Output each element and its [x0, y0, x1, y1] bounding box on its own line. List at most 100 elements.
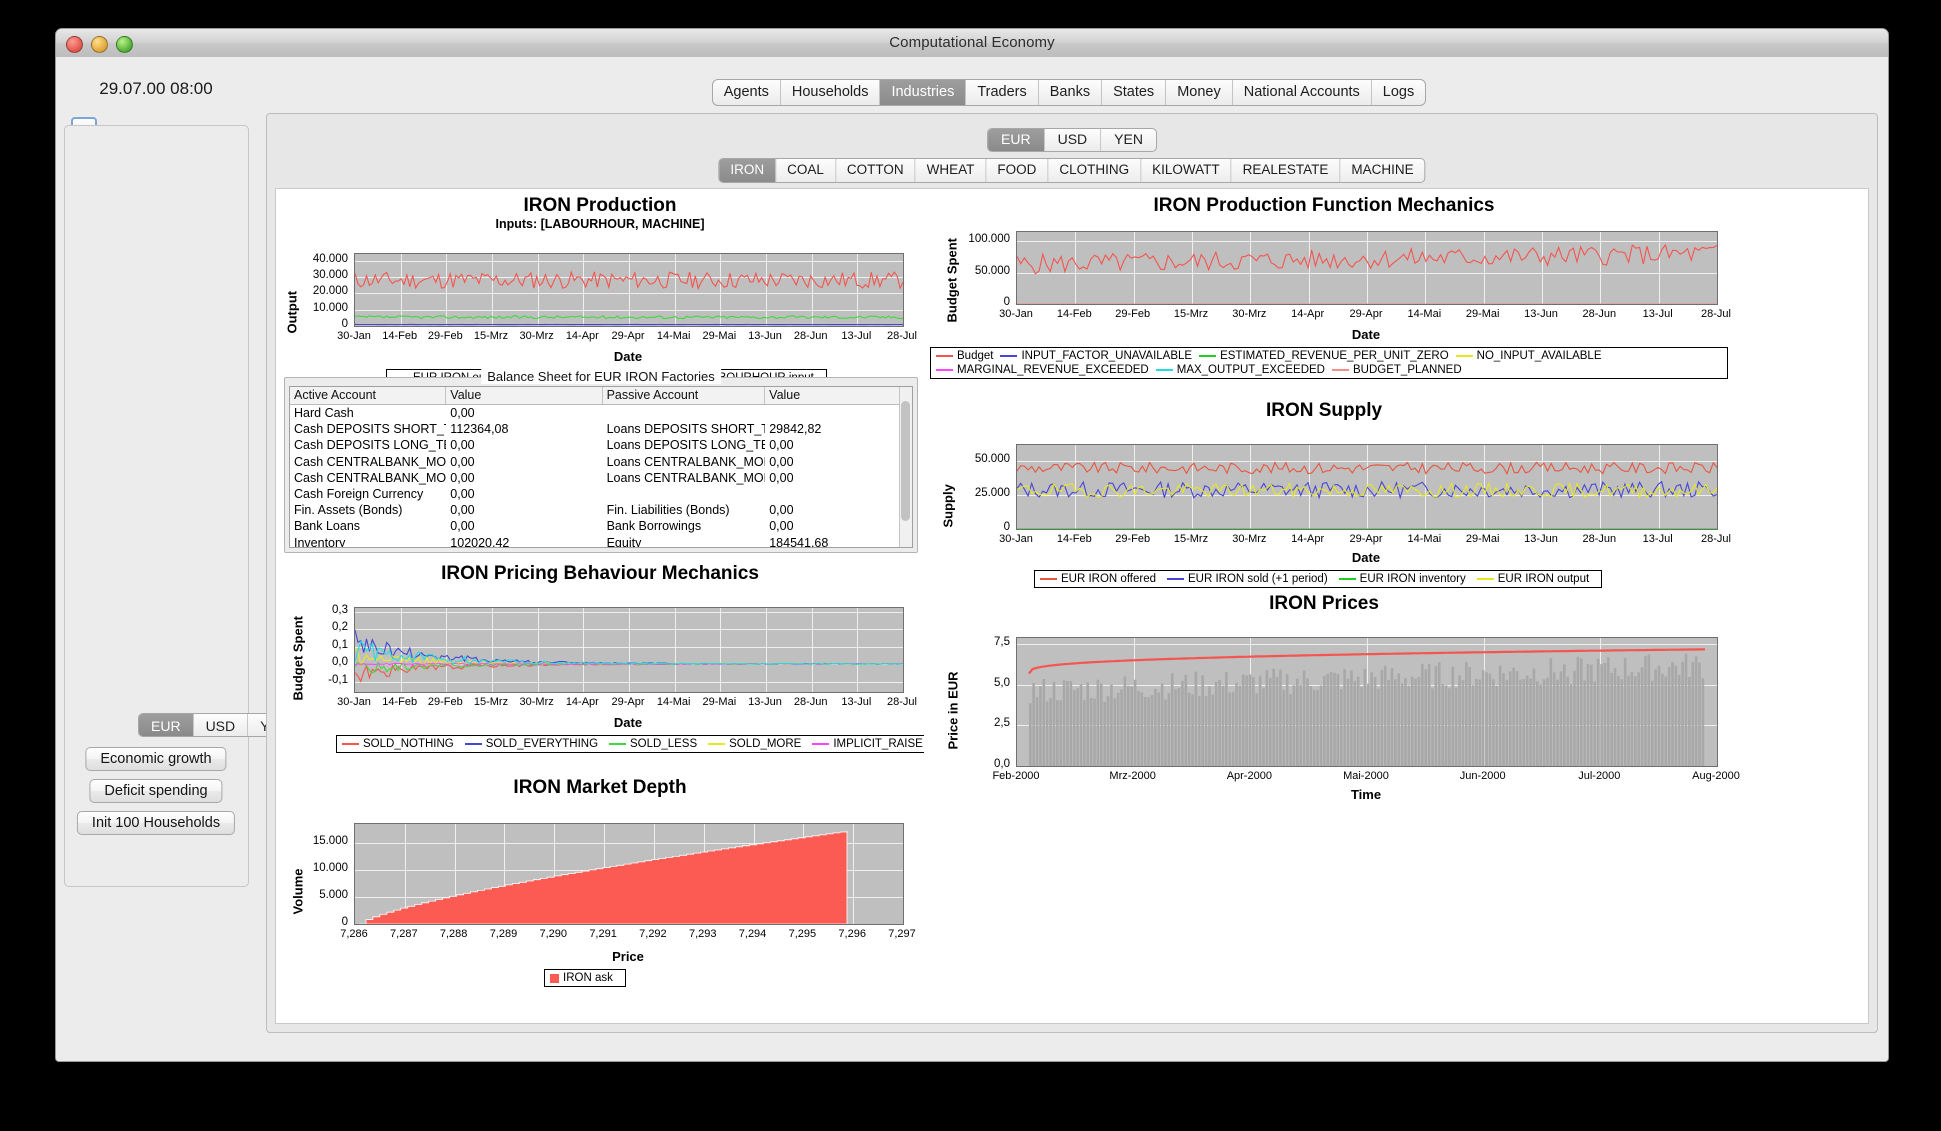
legend-label: EUR IRON offered [1061, 573, 1156, 585]
plot-canvas [1016, 637, 1718, 767]
legend-swatch [465, 743, 482, 745]
tab-money[interactable]: Money [1166, 80, 1233, 105]
scrollbar-thumb[interactable] [901, 401, 910, 521]
chart-subtitle: Inputs: [LABOURHOUR, MACHINE] [276, 217, 924, 231]
table-row[interactable]: Cash DEPOSITS LONG_TERM0,00Loans DEPOSIT… [290, 437, 912, 453]
y-tick-label: 20.000 [278, 285, 348, 297]
industry-tab-clothing[interactable]: CLOTHING [1048, 159, 1141, 182]
legend-label: EUR IRON output [1498, 573, 1589, 585]
main-tabs[interactable]: AgentsHouseholdsIndustriesTradersBanksSt… [712, 79, 1427, 106]
currency-tab-usd[interactable]: USD [1045, 129, 1102, 151]
tab-banks[interactable]: Banks [1039, 80, 1102, 105]
legend-item: EUR IRON output [1477, 573, 1589, 585]
x-tick-label: Feb-2000 [978, 770, 1054, 782]
industry-tab-wheat[interactable]: WHEAT [916, 159, 987, 182]
y-tick-label: 5,0 [940, 677, 1010, 689]
table-row[interactable]: Bank Loans0,00Bank Borrowings0,00 [290, 518, 912, 534]
legend-label: Budget [957, 350, 993, 362]
tab-states[interactable]: States [1102, 80, 1166, 105]
gridline [1017, 529, 1717, 530]
chart-legend: EUR IRON offered EUR IRON sold (+1 period… [1034, 570, 1602, 588]
tab-logs[interactable]: Logs [1372, 80, 1425, 105]
chart-title: IRON Pricing Behaviour Mechanics [276, 557, 924, 585]
table-row[interactable]: Cash CENTRALBANK_MONEY ... 0,00Loans CENT… [290, 454, 912, 470]
plot-canvas [354, 253, 904, 327]
table-cell: Cash CENTRALBANK_MONEY ... [290, 454, 446, 470]
industry-tab-kilowatt[interactable]: KILOWATT [1141, 159, 1232, 182]
tab-national-accounts[interactable]: National Accounts [1233, 80, 1372, 105]
simulation-clock: 29.07.00 08:00 [56, 79, 256, 99]
legend-label: MAX_OUTPUT_EXCEEDED [1177, 364, 1325, 376]
industry-tab-coal[interactable]: COAL [776, 159, 836, 182]
table-scrollbar[interactable] [899, 387, 912, 547]
left-column: IRON Production Inputs: [LABOURHOUR, MAC… [276, 189, 924, 1023]
legend-item: EUR IRON sold (+1 period) [1167, 573, 1328, 585]
currency-tabs[interactable]: EURUSDYEN [987, 128, 1157, 152]
plot-canvas [1016, 231, 1718, 305]
y-tick-label: 7,5 [940, 636, 1010, 648]
industry-panel: IRON Production Inputs: [LABOURHOUR, MAC… [275, 188, 1869, 1024]
table-cell: 0,00 [765, 454, 912, 470]
balance-sheet-table[interactable]: Active AccountValuePassive AccountValue … [289, 386, 913, 548]
legend-label: IMPLICIT_RAISE [833, 738, 922, 750]
table-row[interactable]: Cash Foreign Currency0,00 [290, 486, 912, 502]
sidebar-currency-tab-eur[interactable]: EUR [139, 714, 194, 736]
table-cell: Loans CENTRALBANK_MONEY... [603, 454, 766, 470]
legend-item: EUR IRON offered [1040, 573, 1156, 585]
industry-tab-cotton[interactable]: COTTON [836, 159, 916, 182]
gridline [1017, 766, 1717, 767]
currency-tab-yen[interactable]: YEN [1101, 129, 1156, 151]
currency-tab-eur[interactable]: EUR [988, 129, 1045, 151]
table-cell [765, 405, 912, 421]
table-cell: Equity [603, 535, 766, 549]
init-households-button[interactable]: Init 100 Households [77, 811, 235, 835]
deficit-spending-button[interactable]: Deficit spending [89, 779, 222, 803]
tab-traders[interactable]: Traders [966, 80, 1038, 105]
legend-swatch [1156, 369, 1173, 371]
table-row[interactable]: Hard Cash0,00 [290, 405, 912, 421]
table-column-header: Active Account [290, 387, 446, 404]
sidebar-currency-tab-usd[interactable]: USD [194, 714, 249, 736]
legend-swatch [1040, 578, 1057, 580]
industry-tab-machine[interactable]: MACHINE [1340, 159, 1424, 182]
tab-industries[interactable]: Industries [880, 80, 966, 105]
y-tick-label: -0,1 [278, 674, 348, 686]
legend-label: SOLD_MORE [729, 738, 801, 750]
table-cell: Bank Loans [290, 518, 446, 534]
table-row[interactable]: Inventory102020,42Equity184541,68 [290, 535, 912, 549]
chart-iron-pricing: IRON Pricing Behaviour Mechanics Budget … [276, 557, 924, 757]
x-tick-label: 28-Jul [1678, 308, 1754, 320]
legend-item: Budget [936, 350, 993, 362]
tab-households[interactable]: Households [781, 80, 881, 105]
economic-growth-button[interactable]: Economic growth [85, 747, 226, 771]
y-tick-label: 100.000 [940, 233, 1010, 245]
industry-tab-food[interactable]: FOOD [986, 159, 1048, 182]
window-titlebar: Computational Economy [56, 29, 1888, 58]
legend-label: INPUT_FACTOR_UNAVAILABLE [1021, 350, 1192, 362]
chart-iron-market-depth: IRON Market Depth Volume 05.00010.00015.… [276, 771, 924, 991]
content-pane: EURUSDYEN IRONCOALCOTTONWHEATFOODCLOTHIN… [266, 113, 1878, 1033]
industry-tab-iron[interactable]: IRON [719, 159, 776, 182]
table-cell: Bank Borrowings [603, 518, 766, 534]
y-tick-label: 0 [278, 318, 348, 330]
legend-label: EUR IRON sold (+1 period) [1188, 573, 1328, 585]
x-tick-label: Mai-2000 [1328, 770, 1404, 782]
series-layer [355, 254, 903, 326]
industry-tab-realestate[interactable]: REALESTATE [1232, 159, 1341, 182]
industry-tabs[interactable]: IRONCOALCOTTONWHEATFOODCLOTHINGKILOWATTR… [718, 158, 1425, 183]
legend-item: INPUT_FACTOR_UNAVAILABLE [1000, 350, 1192, 362]
table-row[interactable]: Cash DEPOSITS SHORT_TERM112364,08Loans D… [290, 421, 912, 437]
table-row[interactable]: Fin. Assets (Bonds)0,00Fin. Liabilities … [290, 502, 912, 518]
series-layer [355, 824, 903, 924]
x-tick-label: Aug-2000 [1678, 770, 1754, 782]
tab-agents[interactable]: Agents [713, 80, 781, 105]
legend-item: NO_INPUT_AVAILABLE [1456, 350, 1602, 362]
legend-item: MARGINAL_REVENUE_EXCEEDED [936, 364, 1149, 376]
table-cell: 0,00 [446, 486, 602, 502]
y-tick-label: 0 [940, 296, 1010, 308]
sidebar-panel [64, 125, 249, 887]
table-row[interactable]: Cash CENTRALBANK_MONEY ...0,00Loans CENT… [290, 470, 912, 486]
legend-swatch [1199, 355, 1216, 357]
y-tick-label: 40.000 [278, 253, 348, 265]
x-axis-label: Date [354, 349, 902, 364]
